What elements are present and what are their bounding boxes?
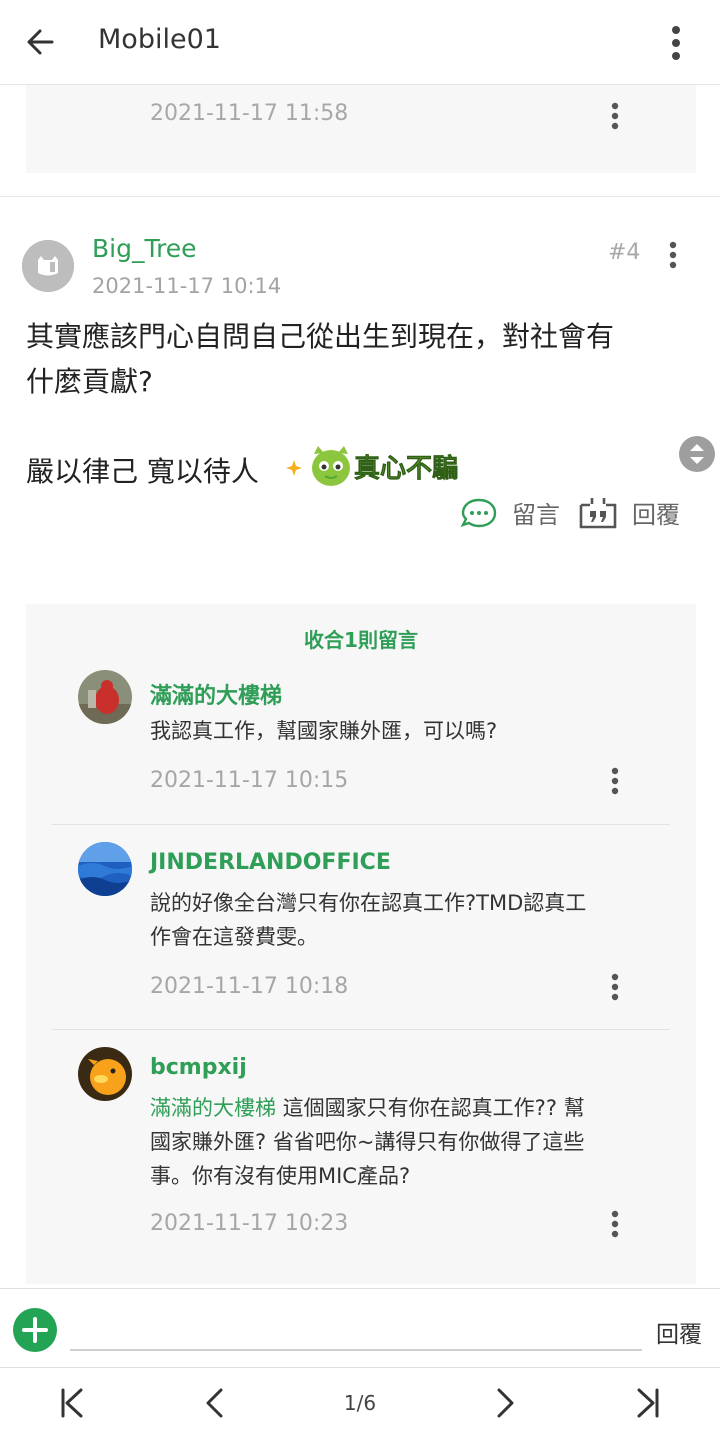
- comment-text-line: 我認真工作，幫國家賺外匯，可以嗎?: [150, 719, 498, 743]
- reply-composer: 回覆: [0, 1288, 720, 1368]
- previous-post-footer: 2021-11-17 11:58: [26, 85, 696, 173]
- post-body: 其實應該門心自問自己從出生到現在，對社會有 什麼貢獻?: [26, 314, 696, 404]
- back-arrow-icon[interactable]: [22, 24, 62, 60]
- pagination-bar: 1/6: [0, 1369, 720, 1439]
- post-author[interactable]: Big_Tree: [92, 234, 197, 263]
- plus-icon: [22, 1317, 48, 1343]
- comment-text-line: 事。你有沒有使用MIC產品?: [150, 1164, 411, 1188]
- sticker-text: 真心不騙: [354, 453, 458, 484]
- previous-page-icon[interactable]: [198, 1385, 234, 1421]
- comment-divider: [52, 824, 670, 825]
- wave-avatar-icon: [78, 842, 132, 896]
- send-reply-button[interactable]: 回覆: [656, 1315, 702, 1349]
- post-time: 2021-11-17 10:14: [92, 274, 282, 298]
- reply-input[interactable]: [70, 1309, 642, 1351]
- commenter-avatar[interactable]: [78, 842, 132, 896]
- previous-post-more-icon[interactable]: [604, 101, 626, 131]
- post-more-icon[interactable]: [662, 240, 684, 270]
- collapse-comments-link[interactable]: 收合1則留言: [26, 624, 696, 653]
- comment-more-icon[interactable]: [604, 972, 626, 1002]
- bird-avatar-icon: [78, 1047, 132, 1101]
- comment-text-line: 滿滿的大樓梯 這個國家只有你在認真工作?? 幫: [150, 1091, 640, 1125]
- commenter-avatar[interactable]: [78, 1047, 132, 1101]
- post-floor-number: #4: [608, 240, 641, 265]
- comment-text-line: 作會在這發費雯。: [150, 925, 318, 949]
- scroll-handle[interactable]: [679, 436, 715, 472]
- author-avatar[interactable]: [22, 240, 74, 292]
- comment-text-segment: 這個國家只有你在認真工作?? 幫: [276, 1096, 585, 1120]
- scroll-updown-icon: [690, 444, 704, 464]
- reply-label: 回覆: [632, 501, 680, 529]
- post-divider: [0, 196, 720, 197]
- reply-button[interactable]: 回覆: [578, 495, 680, 530]
- sticker-image: 真心不騙: [286, 446, 458, 486]
- comment-bubble-icon: [460, 498, 497, 527]
- default-avatar-icon: [22, 240, 74, 292]
- comment-more-icon[interactable]: [604, 1209, 626, 1239]
- app-title: Mobile01: [98, 24, 221, 55]
- app-bar: Mobile01: [0, 0, 720, 85]
- quote-reply-icon: [579, 497, 617, 528]
- photo-avatar-icon: [78, 670, 132, 724]
- post-body-line: 其實應該門心自問自己從出生到現在，對社會有: [26, 320, 615, 353]
- comment-time: 2021-11-17 10:23: [150, 1211, 349, 1236]
- comment-label: 留言: [512, 501, 560, 529]
- previous-post-time: 2021-11-17 11:58: [150, 101, 349, 126]
- comment-button[interactable]: 留言: [460, 495, 560, 530]
- comment-text: 說的好像全台灣只有你在認真工作?TMD認真工 作會在這發費雯。: [150, 886, 640, 954]
- last-page-icon[interactable]: [630, 1385, 666, 1421]
- commenter-name[interactable]: JINDERLANDOFFICE: [150, 850, 391, 875]
- comment-divider: [52, 1029, 670, 1030]
- add-attachment-button[interactable]: [13, 1308, 57, 1352]
- comment-more-icon[interactable]: [604, 766, 626, 796]
- comment-text-line: 國家賺外匯? 省省吧你~講得只有你做得了這些: [150, 1130, 585, 1154]
- commenter-name[interactable]: bcmpxij: [150, 1055, 247, 1080]
- more-vert-icon[interactable]: [660, 22, 692, 64]
- comment-text: 我認真工作，幫國家賺外匯，可以嗎?: [150, 714, 640, 748]
- mention-link[interactable]: 滿滿的大樓梯: [150, 1096, 276, 1120]
- comment-text: 滿滿的大樓梯 這個國家只有你在認真工作?? 幫 國家賺外匯? 省省吧你~講得只有…: [150, 1091, 640, 1193]
- first-page-icon[interactable]: [54, 1385, 90, 1421]
- post-signature: 嚴以律己 寬以待人: [26, 455, 259, 488]
- post-body-line: 什麼貢獻?: [26, 365, 153, 398]
- page-indicator[interactable]: 1/6: [330, 1391, 390, 1415]
- next-page-icon[interactable]: [486, 1385, 522, 1421]
- comment-text-line: 說的好像全台灣只有你在認真工作?TMD認真工: [150, 891, 587, 915]
- comment-time: 2021-11-17 10:18: [150, 974, 349, 999]
- commenter-avatar[interactable]: [78, 670, 132, 724]
- commenter-name[interactable]: 滿滿的大樓梯: [150, 678, 282, 710]
- comments-section: 收合1則留言 滿滿的大樓梯 我認真工作，幫國家賺外匯，可以嗎? 2021-11-…: [26, 604, 696, 1284]
- comment-time: 2021-11-17 10:15: [150, 768, 349, 793]
